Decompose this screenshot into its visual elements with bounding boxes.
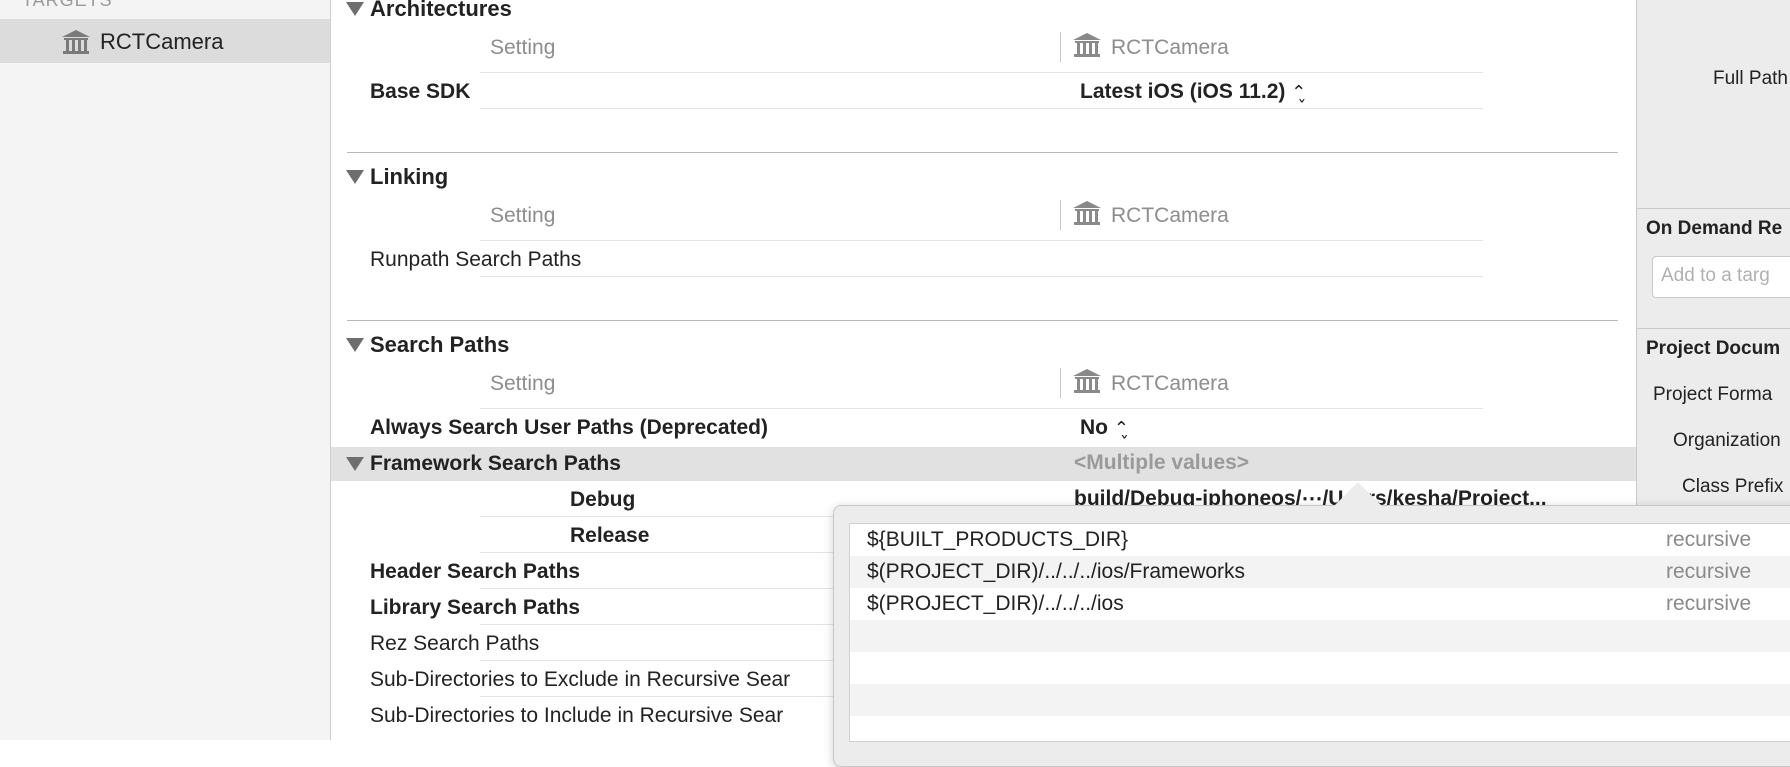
setting-subdirs-exclude[interactable]: Sub-Directories to Exclude in Recursive … bbox=[370, 668, 832, 692]
setting-column-header: Setting bbox=[490, 36, 556, 59]
inspector-project-document-heading: Project Docum bbox=[1646, 338, 1781, 359]
disclosure-triangle-icon[interactable] bbox=[346, 170, 364, 184]
row-divider bbox=[480, 660, 840, 661]
setting-library-search-paths[interactable]: Library Search Paths bbox=[370, 596, 580, 620]
target-column-header: RCTCamera bbox=[1111, 204, 1229, 227]
inspector-on-demand-heading: On Demand Re bbox=[1646, 218, 1783, 239]
setting-rez-search-paths[interactable]: Rez Search Paths bbox=[370, 632, 539, 656]
target-item-rctcamera[interactable]: RCTCamera bbox=[0, 19, 330, 63]
project-navigator bbox=[0, 0, 331, 740]
search-path-row[interactable]: ${BUILT_PRODUCTS_DIR} recursive bbox=[850, 524, 1790, 556]
disclosure-triangle-icon[interactable] bbox=[346, 2, 364, 16]
column-divider bbox=[1060, 32, 1061, 62]
recursive-mode[interactable]: recursive bbox=[1666, 528, 1751, 552]
disclosure-triangle-icon[interactable] bbox=[346, 338, 364, 352]
row-divider bbox=[480, 276, 1483, 277]
setting-debug[interactable]: Debug bbox=[570, 488, 635, 512]
framework-search-paths-value[interactable]: <Multiple values> bbox=[1074, 451, 1249, 475]
search-path-value[interactable]: $(PROJECT_DIR)/../../../ios bbox=[867, 592, 1124, 616]
target-label: RCTCamera bbox=[100, 29, 224, 54]
search-path-row[interactable]: $(PROJECT_DIR)/../../../ios/Frameworks r… bbox=[850, 556, 1790, 588]
setting-runpath-search-paths[interactable]: Runpath Search Paths bbox=[370, 248, 581, 272]
row-divider bbox=[480, 72, 1483, 73]
building-columns-icon bbox=[1071, 199, 1103, 232]
search-path-value[interactable]: ${BUILT_PRODUCTS_DIR} bbox=[867, 528, 1128, 552]
disclosure-triangle-icon[interactable] bbox=[346, 457, 364, 471]
section-title-linking: Linking bbox=[370, 164, 449, 189]
setting-header-search-paths[interactable]: Header Search Paths bbox=[370, 560, 580, 584]
row-divider bbox=[480, 624, 840, 625]
always-search-value[interactable]: No ⌃̬ bbox=[1080, 416, 1129, 440]
inspector-separator bbox=[1636, 328, 1790, 329]
row-divider bbox=[480, 552, 840, 553]
setting-release[interactable]: Release bbox=[570, 524, 649, 548]
empty-path-row bbox=[850, 620, 1790, 652]
popup-stepper-icon: ⌃̬ bbox=[1291, 82, 1307, 102]
popover-arrow bbox=[1334, 482, 1382, 506]
row-divider bbox=[480, 696, 840, 697]
building-columns-icon bbox=[1071, 31, 1103, 64]
always-search-value-text: No bbox=[1080, 416, 1108, 439]
row-divider bbox=[480, 408, 1483, 409]
empty-path-row bbox=[850, 684, 1790, 716]
section-separator bbox=[347, 152, 1618, 153]
section-title-search-paths: Search Paths bbox=[370, 332, 510, 357]
setting-column-header: Setting bbox=[490, 204, 556, 227]
building-columns-icon bbox=[60, 28, 92, 61]
inspector-organization-label: Organization bbox=[1673, 430, 1781, 451]
inspector-separator bbox=[1636, 208, 1790, 209]
inspector-class-prefix-label: Class Prefix bbox=[1682, 476, 1784, 497]
setting-column-header: Setting bbox=[490, 372, 556, 395]
search-path-value[interactable]: $(PROJECT_DIR)/../../../ios/Frameworks bbox=[867, 560, 1245, 584]
inspector-full-path-label: Full Path bbox=[1713, 68, 1788, 89]
setting-always-search-user-paths[interactable]: Always Search User Paths (Deprecated) bbox=[370, 416, 768, 440]
column-divider bbox=[1060, 200, 1061, 230]
row-divider bbox=[480, 516, 840, 517]
column-divider bbox=[1060, 368, 1061, 398]
setting-framework-search-paths[interactable]: Framework Search Paths bbox=[370, 452, 621, 476]
recursive-mode[interactable]: recursive bbox=[1666, 560, 1751, 584]
building-columns-icon bbox=[1071, 367, 1103, 400]
section-title-architectures: Architectures bbox=[370, 0, 512, 21]
row-divider bbox=[480, 588, 840, 589]
add-to-target-placeholder: Add to a targ bbox=[1661, 265, 1770, 286]
row-divider bbox=[480, 240, 1483, 241]
target-column-header: RCTCamera bbox=[1111, 36, 1229, 59]
inspector-project-format-label: Project Forma bbox=[1653, 384, 1773, 405]
search-paths-list[interactable]: ${BUILT_PRODUCTS_DIR} recursive $(PROJEC… bbox=[849, 523, 1790, 742]
empty-path-row bbox=[850, 716, 1790, 748]
setting-base-sdk[interactable]: Base SDK bbox=[370, 80, 470, 104]
section-separator bbox=[347, 320, 1618, 321]
recursive-mode[interactable]: recursive bbox=[1666, 592, 1751, 616]
base-sdk-value[interactable]: Latest iOS (iOS 11.2) ⌃̬ bbox=[1080, 80, 1306, 104]
row-divider bbox=[480, 108, 1483, 109]
add-to-target-field[interactable]: Add to a targ bbox=[1652, 256, 1790, 298]
setting-subdirs-include[interactable]: Sub-Directories to Include in Recursive … bbox=[370, 704, 832, 728]
targets-section-header: TARGETS bbox=[22, 0, 113, 10]
popup-stepper-icon: ⌃̬ bbox=[1113, 418, 1129, 438]
base-sdk-value-text: Latest iOS (iOS 11.2) bbox=[1080, 80, 1286, 103]
search-path-row[interactable]: $(PROJECT_DIR)/../../../ios recursive bbox=[850, 588, 1790, 620]
target-column-header: RCTCamera bbox=[1111, 372, 1229, 395]
empty-path-row bbox=[850, 652, 1790, 684]
